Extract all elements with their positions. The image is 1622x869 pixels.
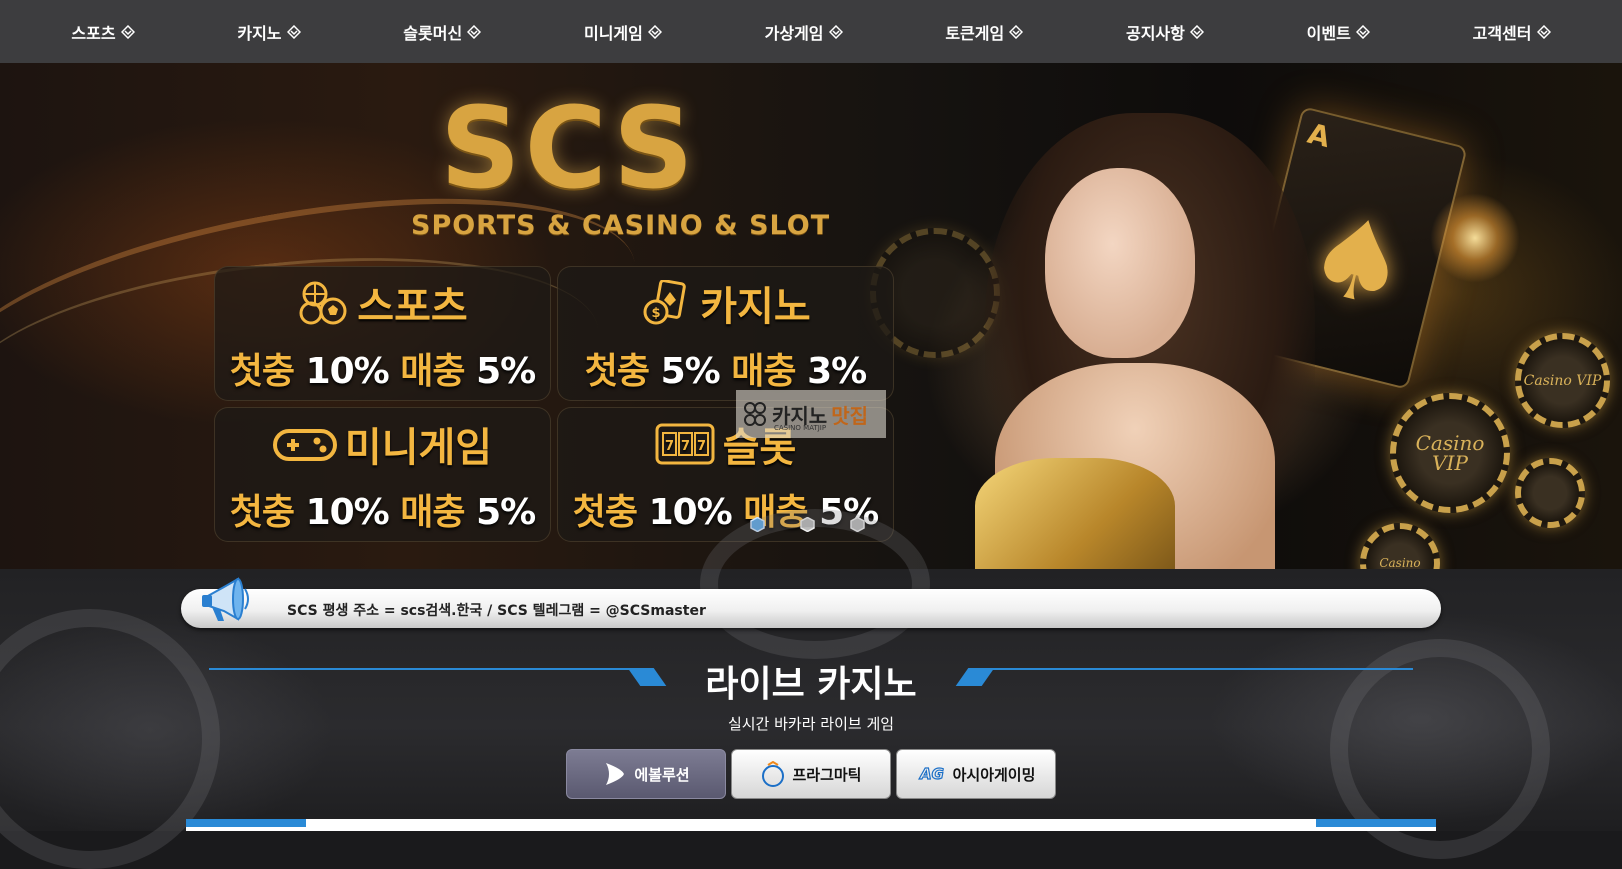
spade-icon: ♠ [1294, 187, 1422, 336]
svg-text:7: 7 [665, 439, 674, 454]
first-deposit-label: 첫충 [229, 350, 295, 392]
evolution-logo-icon [606, 763, 625, 785]
reload-label: 매충 [400, 350, 465, 392]
casino-cards-icon: $ [643, 279, 687, 324]
first-deposit-value: 10% [305, 350, 390, 392]
first-deposit-label: 첫충 [229, 491, 295, 533]
card-rank: A [1304, 116, 1334, 155]
nav-item-label: 슬롯머신 [403, 23, 463, 43]
nav-item-notice[interactable]: 공지사항 [1126, 20, 1204, 44]
section-title: 라이브 카지노 [705, 664, 917, 705]
model-face [1045, 168, 1195, 358]
chevron-down-icon [120, 24, 135, 39]
svg-text:7: 7 [681, 439, 690, 454]
background-chip [700, 509, 930, 659]
promo-title: 스포츠 [357, 283, 468, 330]
notice-bar: SCS 평생 주소 = scs검색.한국 / SCS 텔레그램 = @SCSma… [181, 589, 1441, 628]
casino-chip-image: Casino [1360, 523, 1440, 569]
watermark-badge: 카지노 맛집 CASINO MATJIP [736, 390, 886, 438]
chevron-down-icon [1189, 24, 1204, 39]
chevron-down-icon [467, 24, 482, 39]
provider-label: 에볼루션 [634, 765, 690, 784]
pragmatic-play-logo-icon [762, 761, 785, 787]
nav-item-label: 고객센터 [1472, 23, 1532, 43]
reload-value: 5% [476, 491, 536, 533]
chevron-down-icon [1355, 24, 1370, 39]
game-panel-accent-right [1316, 819, 1436, 827]
first-deposit-label: 첫충 [572, 491, 638, 533]
reload-value: 5% [476, 350, 536, 392]
game-panel-accent-left [186, 819, 306, 827]
provider-label: 프라그마틱 [792, 765, 862, 784]
chip-label: Casino VIP [1415, 431, 1485, 475]
promo-rates: 첫충 10% 매충 5% [229, 483, 536, 535]
promo-rates: 첫충 10% 매충 5% [229, 342, 536, 394]
mascot-icon [744, 402, 766, 426]
nav-item-label: 스포츠 [71, 23, 116, 43]
first-deposit-value: 5% [660, 350, 721, 392]
casino-chip-image: Casino VIP [1390, 393, 1510, 513]
nav-item-label: 공지사항 [1125, 23, 1185, 43]
svg-text:AG: AG [919, 765, 944, 783]
chevron-down-icon [1536, 24, 1551, 39]
nav-item-label: 이벤트 [1306, 23, 1351, 43]
chip-label: Casino VIP [1523, 372, 1602, 389]
hero-banner[interactable]: A ♠ Casino VIP Casino VIP Casino SCS SPO… [0, 63, 1622, 569]
first-deposit-value: 10% [648, 491, 733, 533]
provider-label: 아시아게이밍 [952, 765, 1036, 784]
notice-text: SCS 평생 주소 = scs검색.한국 / SCS 텔레그램 = @SCSma… [287, 603, 706, 619]
casino-chip-image [1515, 458, 1585, 528]
promo-rates: 첫충 5% 매충 3% [584, 342, 867, 394]
nav-item-virtual-game[interactable]: 가상게임 [765, 20, 843, 44]
provider-tab-asia-gaming[interactable]: AG 아시아게이밍 [896, 749, 1056, 799]
nav-item-sports[interactable]: 스포츠 [71, 20, 135, 44]
promo-card-sports: 스포츠 첫충 10% 매충 5% [214, 266, 551, 401]
promo-title: 카지노 [700, 283, 811, 330]
svg-text:7: 7 [697, 439, 706, 454]
chevron-down-icon [286, 24, 301, 39]
scs-logo: SCS [440, 84, 698, 214]
watermark-subtext: CASINO MATJIP [774, 424, 827, 432]
first-deposit-value: 10% [305, 491, 390, 533]
logo-subtitle: SPORTS & CASINO & SLOT [411, 210, 831, 241]
gamepad-icon [272, 428, 337, 461]
svg-text:$: $ [652, 306, 661, 321]
provider-tab-evolution[interactable]: 에볼루션 [566, 749, 726, 799]
first-deposit-label: 첫충 [584, 350, 650, 392]
nav-item-label: 가상게임 [764, 23, 824, 43]
model-dress [975, 458, 1175, 569]
nav-item-minigame[interactable]: 미니게임 [584, 20, 662, 44]
top-navigation: 스포츠 카지노 슬롯머신 미니게임 가상게임 토큰게임 공지사항 이벤트 고객센… [0, 0, 1622, 63]
nav-item-slot-machine[interactable]: 슬롯머신 [403, 20, 482, 44]
nav-item-label: 카지노 [237, 23, 282, 43]
promo-card-minigame: 미니게임 첫충 10% 매충 5% [214, 407, 551, 542]
reload-label: 매충 [731, 350, 796, 392]
watermark-accent: 맛집 [831, 403, 869, 428]
promo-title: 미니게임 [344, 424, 493, 471]
reload-value: 3% [807, 350, 867, 392]
content-section: SCS 평생 주소 = scs검색.한국 / SCS 텔레그램 = @SCSma… [0, 509, 1622, 869]
chevron-down-icon [1009, 24, 1024, 39]
promo-card-casino: $ 카지노 첫충 5% 매충 3% [557, 266, 894, 401]
nav-item-customer-center[interactable]: 고객센터 [1473, 20, 1551, 44]
casino-chip-image: Casino VIP [1515, 333, 1610, 428]
megaphone-icon [202, 577, 249, 621]
game-panel-top-edge [186, 819, 1436, 831]
nav-item-label: 미니게임 [583, 23, 643, 43]
chevron-down-icon [828, 24, 843, 39]
sports-balls-icon [299, 281, 347, 324]
reload-label: 매충 [400, 491, 465, 533]
section-subtitle: 실시간 바카라 라이브 게임 [727, 715, 895, 733]
chip-label: Casino [1379, 556, 1421, 569]
nav-item-event[interactable]: 이벤트 [1307, 20, 1370, 44]
sparkle-glow [1430, 193, 1520, 283]
asia-gaming-logo-icon: AG [918, 764, 944, 783]
nav-item-token-game[interactable]: 토큰게임 [945, 20, 1024, 44]
slot-machine-icon: 7 7 7 [655, 423, 715, 464]
provider-tab-pragmatic[interactable]: 프라그마틱 [731, 749, 891, 799]
nav-item-label: 토큰게임 [945, 23, 1005, 43]
nav-item-casino[interactable]: 카지노 [237, 20, 301, 44]
chevron-down-icon [647, 24, 662, 39]
